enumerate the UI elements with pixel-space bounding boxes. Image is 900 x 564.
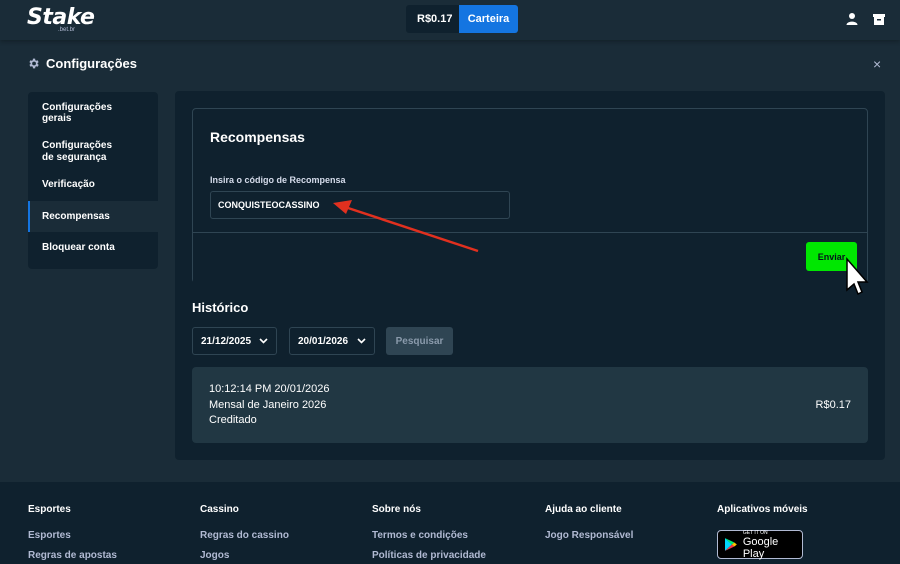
- google-play-icon: [724, 538, 737, 551]
- settings-sidebar: Configurações gerais Configurações de se…: [28, 92, 158, 269]
- sidebar-item-verification[interactable]: Verificação: [28, 169, 158, 201]
- history-description: Mensal de Janeiro 2026: [209, 399, 327, 411]
- user-icon[interactable]: [845, 12, 859, 26]
- date-from-select[interactable]: 21/12/2025: [192, 327, 277, 355]
- sidebar-item-security[interactable]: Configurações de segurança: [28, 134, 138, 169]
- footer-link[interactable]: Jogos: [200, 550, 289, 561]
- footer-col-casino: Cassino Regras do cassino Jogos: [200, 504, 289, 564]
- footer-link[interactable]: Jogo Responsável: [545, 530, 633, 541]
- footer: Esportes Esportes Regras de apostas Cass…: [0, 482, 900, 564]
- logo-subtext: .bet.br: [58, 27, 76, 33]
- submit-button[interactable]: Enviar: [806, 242, 857, 271]
- date-from-value: 21/12/2025: [201, 335, 252, 347]
- balance-display[interactable]: R$0.17: [406, 5, 459, 33]
- date-to-select[interactable]: 20/01/2026: [289, 327, 375, 355]
- footer-link[interactable]: Esportes: [28, 530, 117, 541]
- wallet-box: R$0.17 Carteira: [406, 5, 518, 33]
- main-panel: Recompensas Insira o código de Recompens…: [175, 91, 885, 460]
- search-button[interactable]: Pesquisar: [386, 327, 453, 355]
- chevron-down-icon: [259, 338, 268, 344]
- sidebar-item-rewards[interactable]: Recompensas: [28, 201, 158, 232]
- footer-heading: Ajuda ao cliente: [545, 504, 622, 515]
- footer-heading: Sobre nós: [372, 504, 421, 515]
- top-bar: Stake .bet.br R$0.17 Carteira: [0, 0, 900, 40]
- date-to-value: 20/01/2026: [298, 335, 349, 347]
- google-play-text: Google Play: [742, 535, 779, 560]
- sidebar-item-block-account[interactable]: Bloquear conta: [28, 232, 158, 263]
- footer-link[interactable]: Políticas de privacidade: [372, 550, 486, 561]
- footer-col-sports: Esportes Esportes Regras de apostas: [28, 504, 117, 564]
- modal-title: Configurações: [46, 56, 138, 71]
- footer-link[interactable]: Regras de apostas: [28, 550, 117, 561]
- sidebar-item-general[interactable]: Configurações gerais: [28, 92, 158, 134]
- footer-link[interactable]: Regras do cassino: [200, 530, 289, 541]
- history-title: Histórico: [192, 300, 249, 315]
- wallet-button[interactable]: Carteira: [459, 5, 518, 33]
- rewards-title: Recompensas: [210, 129, 305, 145]
- footer-heading: Cassino: [200, 504, 239, 515]
- footer-col-support: Ajuda ao cliente Jogo Responsável: [545, 504, 633, 550]
- divider: [193, 232, 867, 233]
- reward-code-input[interactable]: CONQUISTEOCASSINO: [210, 191, 510, 219]
- footer-heading: Aplicativos móveis: [717, 504, 808, 515]
- chevron-down-icon: [357, 338, 366, 344]
- close-icon[interactable]: ×: [873, 56, 881, 72]
- footer-col-apps: Aplicativos móveis GET IT ON Google Play: [717, 504, 808, 560]
- gear-icon: [29, 58, 39, 69]
- history-status: Creditado: [209, 414, 257, 426]
- history-timestamp: 10:12:14 PM 20/01/2026: [209, 383, 330, 395]
- rewards-card: Recompensas Insira o código de Recompens…: [192, 108, 868, 283]
- bag-icon[interactable]: [872, 12, 886, 26]
- footer-col-about: Sobre nós Termos e condições Políticas d…: [372, 504, 486, 564]
- history-amount: R$0.17: [815, 399, 851, 411]
- google-play-badge[interactable]: GET IT ON Google Play: [717, 530, 803, 560]
- footer-link[interactable]: Termos e condições: [372, 530, 486, 541]
- modal-header: Configurações: [27, 56, 137, 71]
- reward-code-label: Insira o código de Recompensa: [210, 175, 346, 185]
- history-entry: 10:12:14 PM 20/01/2026 Mensal de Janeiro…: [192, 367, 868, 443]
- footer-heading: Esportes: [28, 504, 71, 515]
